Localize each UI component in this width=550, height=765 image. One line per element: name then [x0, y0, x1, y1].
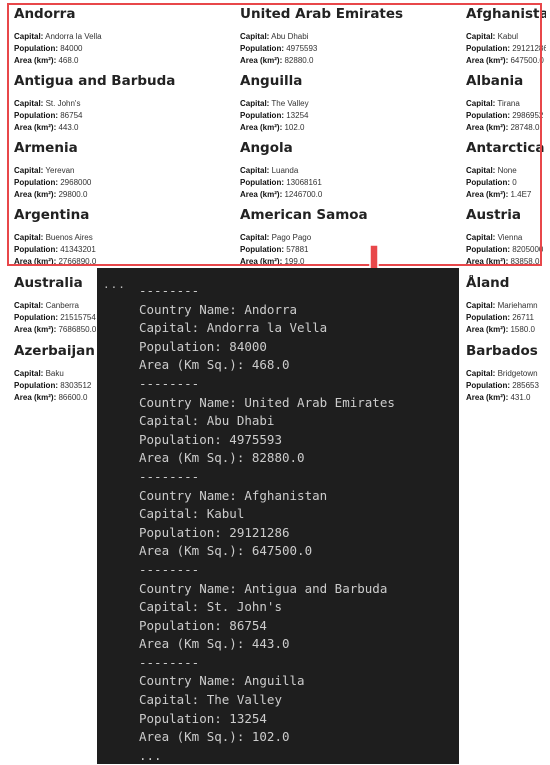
- area-value: 431.0: [510, 393, 531, 402]
- capital-label: Capital:: [14, 369, 44, 378]
- population-value: 21515754: [60, 313, 96, 322]
- terminal-line: ...: [139, 747, 162, 763]
- terminal-line: Capital: Kabul: [139, 506, 245, 522]
- area-value: 86600.0: [58, 393, 88, 402]
- area-label: Area (km²):: [466, 325, 509, 334]
- terminal-line: Area (Km Sq.): 443.0: [139, 636, 290, 652]
- capital-label: Capital:: [466, 369, 496, 378]
- terminal-line: Country Name: Andorra: [139, 301, 298, 317]
- population-value: 285653: [512, 381, 539, 390]
- area-value: 7686850.0: [58, 325, 97, 334]
- area-label: Area (km²):: [466, 393, 509, 402]
- country-name: Åland: [466, 275, 510, 291]
- area-value: 1580.0: [510, 325, 535, 334]
- terminal-line: Country Name: Anguilla: [139, 673, 305, 689]
- terminal-line: Area (Km Sq.): 647500.0: [139, 543, 313, 559]
- area-label: Area (km²):: [14, 325, 57, 334]
- area-label: Area (km²):: [14, 393, 57, 402]
- capital-value: Mariehamn: [497, 301, 538, 310]
- terminal-line: Population: 29121286: [139, 524, 290, 540]
- terminal-line: --------: [139, 561, 200, 577]
- capital-label: Capital:: [14, 301, 44, 310]
- population-label: Population:: [14, 313, 58, 322]
- terminal-line: Capital: Abu Dhabi: [139, 413, 275, 429]
- terminal-line: Population: 13254: [139, 710, 267, 726]
- terminal-line: Population: 4975593: [139, 431, 282, 447]
- capital-label: Capital:: [466, 301, 496, 310]
- terminal-line: --------: [139, 375, 200, 391]
- more-options-icon[interactable]: ...: [103, 278, 126, 291]
- terminal-line: --------: [139, 283, 200, 298]
- terminal-line: Population: 84000: [139, 338, 267, 354]
- terminal-output: -------- Country Name: Andorra Capital: An…: [139, 282, 395, 765]
- terminal-output-panel[interactable]: ... -------- Country Name: Andorra Capital…: [97, 268, 459, 764]
- terminal-line: Area (Km Sq.): 82880.0: [139, 450, 305, 466]
- terminal-line: Country Name: United Arab Emirates: [139, 394, 395, 410]
- country-name: Australia: [14, 275, 83, 291]
- terminal-line: Capital: St. John's: [139, 599, 282, 615]
- terminal-line: Area (Km Sq.): 102.0: [139, 729, 290, 745]
- population-value: 8303512: [60, 381, 92, 390]
- capital-value: Bridgetown: [497, 369, 538, 378]
- capital-value: Canberra: [45, 301, 79, 310]
- country-card: Azerbaijan Capital: Baku Population: 830…: [14, 343, 98, 404]
- terminal-line: Area (Km Sq.): 468.0: [139, 357, 290, 373]
- country-card: Barbados Capital: Bridgetown Population:…: [466, 343, 546, 404]
- population-label: Population:: [466, 313, 510, 322]
- population-value: 26711: [512, 313, 534, 322]
- capital-value: Baku: [45, 369, 64, 378]
- population-label: Population:: [14, 381, 58, 390]
- country-card: Åland Capital: Mariehamn Population: 267…: [466, 275, 546, 336]
- country-name: Azerbaijan: [14, 343, 95, 359]
- terminal-line: --------: [139, 468, 200, 484]
- population-label: Population:: [466, 381, 510, 390]
- country-card: Australia Capital: Canberra Population: …: [14, 275, 98, 336]
- terminal-line: Country Name: Afghanistan: [139, 487, 328, 503]
- terminal-line: --------: [139, 654, 200, 670]
- highlight-box: [7, 3, 542, 266]
- terminal-line: Population: 86754: [139, 617, 267, 633]
- terminal-line: Country Name: Antigua and Barbuda: [139, 580, 388, 596]
- terminal-line: Capital: The Valley: [139, 692, 282, 708]
- terminal-line: Capital: Andorra la Vella: [139, 320, 328, 336]
- country-name: Barbados: [466, 343, 538, 359]
